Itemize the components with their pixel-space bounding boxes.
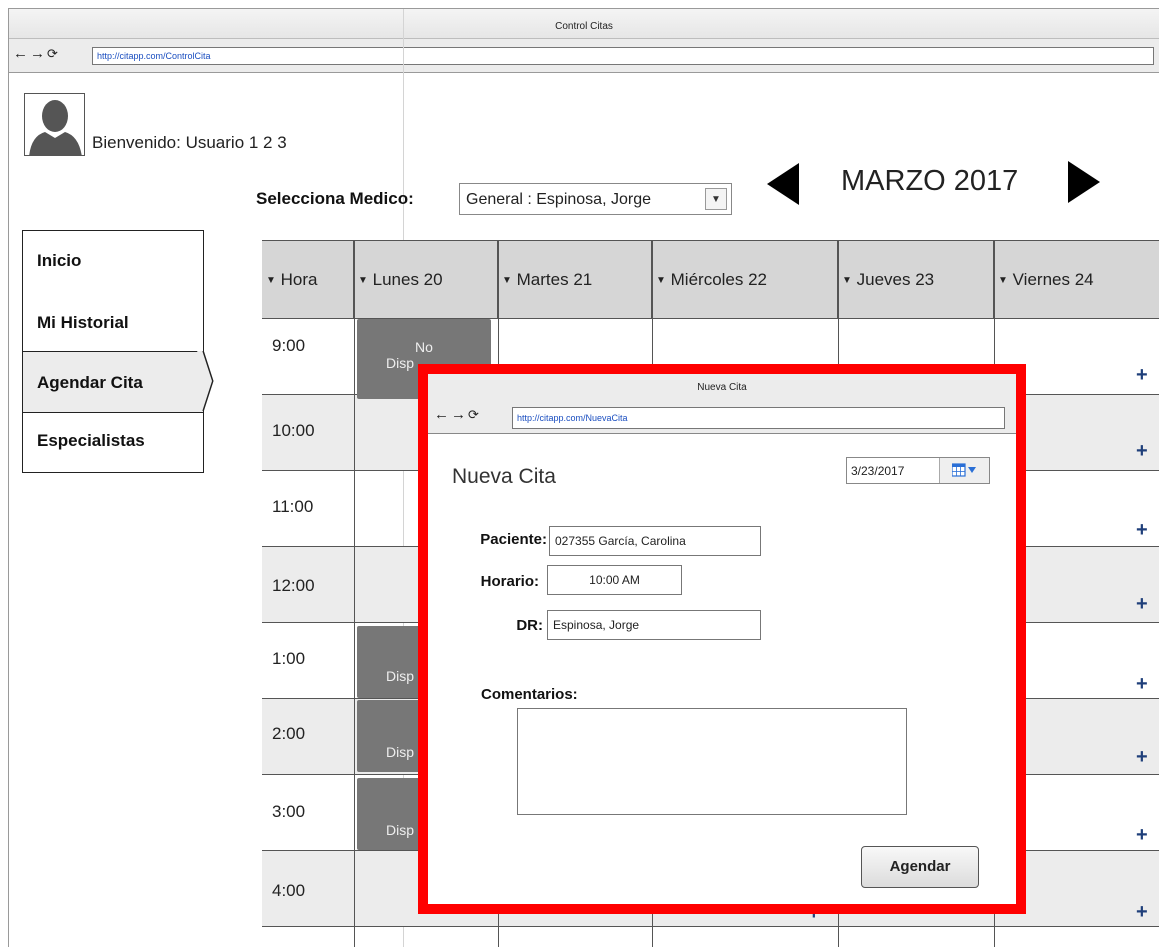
- time-label: 9:00: [272, 336, 306, 355]
- sort-down-icon: ▼: [358, 275, 368, 286]
- column-divider: [354, 240, 355, 947]
- horario-field[interactable]: 10:00 AM: [547, 565, 682, 595]
- nueva-cita-modal: Nueva Cita ←→⟳ http://citapp.com/NuevaCi…: [418, 364, 1026, 914]
- modal-window-title: Nueva Cita: [428, 374, 1016, 398]
- header-label: Hora: [280, 270, 318, 289]
- add-slot-icon[interactable]: +: [1136, 440, 1148, 463]
- back-arrow-icon[interactable]: ←: [13, 45, 30, 62]
- reload-icon[interactable]: ⟳: [468, 407, 481, 422]
- header-miercoles[interactable]: ▼ Miércoles 22: [652, 241, 838, 319]
- header-lunes[interactable]: ▼ Lunes 20: [354, 241, 498, 319]
- back-arrow-icon[interactable]: ←: [434, 406, 451, 423]
- sort-down-icon: ▼: [266, 275, 276, 286]
- chevron-down-icon[interactable]: ▼: [705, 188, 727, 210]
- modal-nav-buttons: ←→⟳: [434, 406, 481, 423]
- forward-arrow-icon[interactable]: →: [451, 406, 468, 423]
- add-slot-icon[interactable]: +: [1136, 824, 1148, 847]
- date-picker[interactable]: 3/23/2017: [846, 457, 990, 484]
- time-label: 1:00: [272, 649, 306, 668]
- month-label: MARZO 2017: [841, 165, 1019, 197]
- header-martes[interactable]: ▼ Martes 21: [498, 241, 652, 319]
- modal-url-bar[interactable]: http://citapp.com/NuevaCita: [512, 407, 1005, 429]
- menu-item-inicio[interactable]: Inicio: [23, 251, 203, 271]
- window-title: Control Citas: [9, 9, 1159, 39]
- modal-heading: Nueva Cita: [452, 465, 556, 488]
- add-slot-icon[interactable]: +: [1136, 364, 1148, 387]
- time-label: 11:00: [272, 497, 314, 516]
- header-label: Viernes 24: [1012, 270, 1094, 289]
- sort-down-icon: ▼: [656, 275, 666, 286]
- add-slot-icon[interactable]: +: [1136, 901, 1148, 924]
- add-slot-icon[interactable]: +: [1136, 593, 1148, 616]
- prev-month-icon[interactable]: [767, 163, 799, 205]
- header-hora[interactable]: ▼ Hora: [262, 241, 354, 319]
- user-avatar-icon: [24, 93, 85, 156]
- sidebar-menu: Inicio Mi Historial Agendar Cita Especia…: [22, 230, 204, 473]
- time-label: 3:00: [272, 802, 306, 821]
- modal-navbar: ←→⟳ http://citapp.com/NuevaCita: [428, 398, 1016, 434]
- unavailable-text: No: [415, 339, 433, 355]
- header-label: Lunes 20: [372, 270, 443, 289]
- doctor-select[interactable]: General : Espinosa, Jorge ▼: [459, 183, 732, 215]
- menu-item-especialistas[interactable]: Especialistas: [23, 431, 203, 451]
- agendar-button[interactable]: Agendar: [861, 846, 979, 888]
- url-bar[interactable]: http://citapp.com/ControlCita: [92, 47, 1154, 65]
- browser-navbar: ←→⟳ http://citapp.com/ControlCita: [9, 39, 1159, 73]
- comentarios-label: Comentarios:: [481, 686, 578, 703]
- time-row: [262, 926, 1159, 947]
- add-slot-icon[interactable]: +: [1136, 673, 1148, 696]
- paciente-label: Paciente:: [480, 531, 547, 548]
- time-label: 10:00: [272, 421, 315, 440]
- nav-buttons: ←→⟳: [13, 45, 60, 62]
- menu-item-agendar-cita[interactable]: Agendar Cita: [23, 351, 203, 413]
- header-viernes[interactable]: ▼ Viernes 24: [994, 241, 1159, 319]
- doctor-select-label: Selecciona Medico:: [256, 189, 414, 208]
- sort-down-icon: ▼: [502, 275, 512, 286]
- time-label: 12:00: [272, 576, 315, 595]
- header-label: Martes 21: [516, 270, 593, 289]
- horario-label: Horario:: [480, 573, 539, 590]
- dr-label: DR:: [516, 617, 543, 634]
- calendar-icon[interactable]: [939, 458, 989, 483]
- next-month-icon[interactable]: [1068, 161, 1100, 203]
- reload-icon[interactable]: ⟳: [47, 46, 60, 62]
- active-menu-pointer: [197, 350, 214, 412]
- add-slot-icon[interactable]: +: [1136, 746, 1148, 769]
- menu-item-mi-historial[interactable]: Mi Historial: [23, 313, 203, 333]
- paciente-field[interactable]: 027355 García, Carolina: [549, 526, 761, 556]
- comentarios-textarea[interactable]: [517, 708, 907, 815]
- time-label: 4:00: [272, 881, 306, 900]
- header-label: Miércoles 22: [670, 270, 768, 289]
- time-label: 2:00: [272, 724, 306, 743]
- header-jueves[interactable]: ▼ Jueves 23: [838, 241, 994, 319]
- welcome-text: Bienvenido: Usuario 1 2 3: [92, 133, 287, 152]
- date-value: 3/23/2017: [851, 464, 905, 478]
- sort-down-icon: ▼: [998, 275, 1008, 286]
- dr-field[interactable]: Espinosa, Jorge: [547, 610, 761, 640]
- doctor-select-value: General : Espinosa, Jorge: [466, 191, 651, 208]
- calendar-header-row: ▼ Hora ▼ Lunes 20 ▼ Martes 21 ▼ Miércole…: [262, 240, 1159, 319]
- header-label: Jueves 23: [856, 270, 935, 289]
- sort-down-icon: ▼: [842, 275, 852, 286]
- forward-arrow-icon[interactable]: →: [30, 45, 47, 62]
- add-slot-icon[interactable]: +: [1136, 519, 1148, 542]
